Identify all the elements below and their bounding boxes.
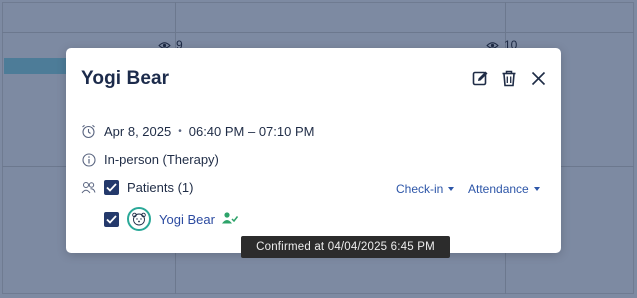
person-check-icon[interactable] (221, 211, 238, 227)
edit-button[interactable] (471, 69, 489, 87)
appointment-type: In-person (Therapy) (104, 152, 219, 167)
event-type-row: In-person (Therapy) (81, 152, 219, 167)
patients-label: Patients (1) (127, 180, 194, 195)
checkmark-icon (106, 214, 117, 224)
calendar-event-bar[interactable] (4, 58, 66, 74)
close-button[interactable] (529, 69, 547, 87)
patients-row: Patients (1) (81, 180, 193, 195)
checkmark-icon (106, 183, 117, 192)
calendar-grid-line (2, 32, 634, 33)
patients-select-all-checkbox[interactable] (104, 180, 119, 195)
caret-down-icon (533, 187, 540, 191)
avatar (127, 207, 151, 231)
event-time-range: 06:40 PM – 07:10 PM (188, 124, 315, 139)
info-icon (81, 152, 96, 167)
event-date: Apr 8, 2025 (104, 124, 172, 139)
attendance-label: Attendance (468, 182, 529, 196)
event-title: Yogi Bear (81, 68, 170, 89)
users-icon (81, 180, 96, 195)
patient-row: Yogi Bear (104, 207, 238, 231)
confirmation-tooltip: Confirmed at 04/04/2025 6:45 PM (241, 236, 450, 258)
event-datetime-row: Apr 8, 2025 • 06:40 PM – 07:10 PM (81, 124, 314, 139)
checkin-label: Check-in (396, 182, 444, 196)
separator-dot: • (178, 126, 182, 137)
patient-name-link[interactable]: Yogi Bear (159, 212, 215, 227)
alarm-clock-icon (81, 124, 96, 139)
trash-icon (502, 70, 516, 86)
bear-face-icon (132, 212, 146, 226)
checkin-dropdown[interactable]: Check-in (396, 182, 455, 196)
attendance-dropdown[interactable]: Attendance (468, 182, 540, 196)
delete-button[interactable] (500, 69, 518, 87)
event-popup: Yogi Bear Apr 8, 2025 • 06:40 PM – 07:10… (66, 48, 561, 253)
patient-checkbox[interactable] (104, 211, 119, 227)
close-icon (531, 71, 545, 85)
edit-icon (472, 71, 487, 85)
caret-down-icon (448, 187, 455, 191)
